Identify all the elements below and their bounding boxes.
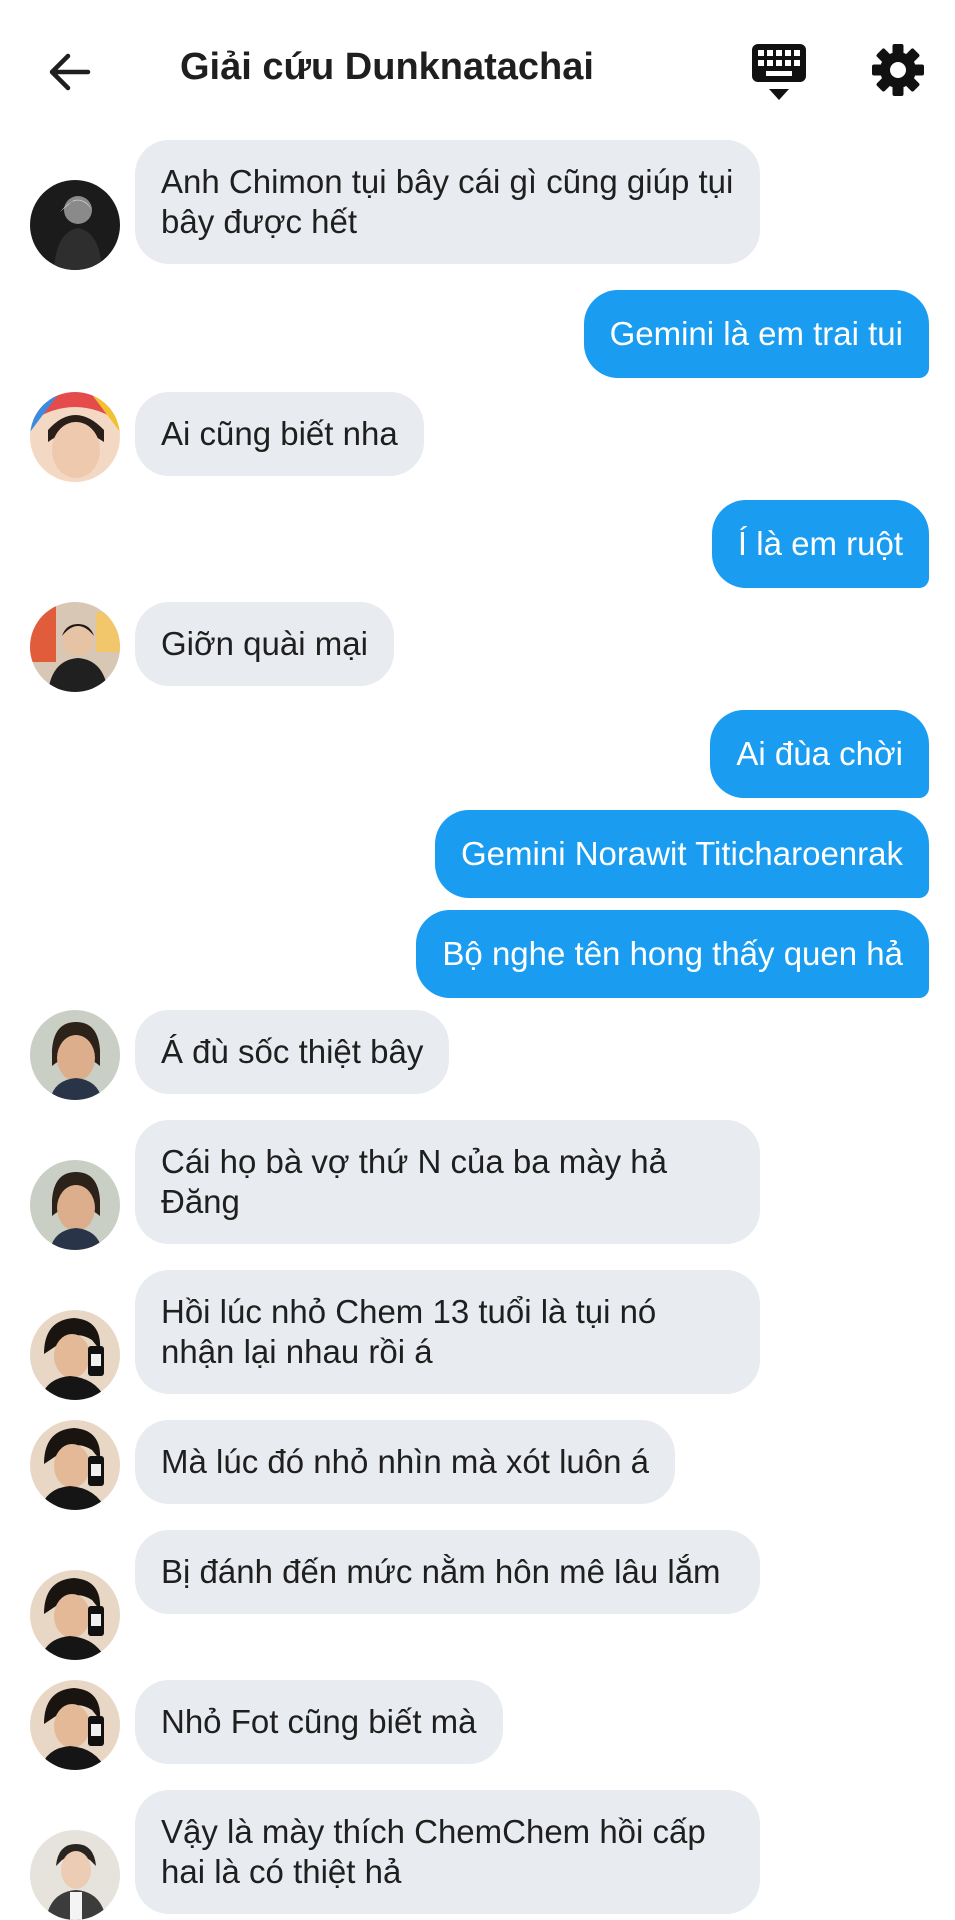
message-row: Mà lúc đó nhỏ nhìn mà xót luôn á xyxy=(0,1420,955,1510)
chat-title: Giải cứu Dunknatachai xyxy=(180,46,594,88)
avatar[interactable] xyxy=(30,1570,120,1660)
message-bubble-incoming[interactable]: Á đù sốc thiệt bây xyxy=(135,1010,450,1094)
message-row: Hồi lúc nhỏ Chem 13 tuổi là tụi nó nhận … xyxy=(0,1270,955,1400)
avatar[interactable] xyxy=(30,392,120,482)
avatar[interactable] xyxy=(30,1010,120,1100)
message-bubble-incoming[interactable]: Bị đánh đến mức nằm hôn mê lâu lắm xyxy=(135,1530,760,1614)
arrow-left-icon xyxy=(49,53,91,91)
message-list[interactable]: Anh Chimon tụi bây cái gì cũng giúp tụi … xyxy=(0,130,955,1920)
avatar[interactable] xyxy=(30,1830,120,1920)
message-bubble-incoming[interactable]: Ai cũng biết nha xyxy=(135,392,424,476)
message-row: Nhỏ Fot cũng biết mà xyxy=(0,1680,955,1770)
message-row: Á đù sốc thiệt bây xyxy=(0,1010,955,1100)
message-bubble-outgoing[interactable]: Í là em ruột xyxy=(711,500,929,588)
avatar[interactable] xyxy=(30,602,120,692)
message-row: Ai đùa chời xyxy=(0,710,955,800)
avatar[interactable] xyxy=(30,1420,120,1510)
message-row: Ai cũng biết nha xyxy=(0,392,955,482)
avatar-photo xyxy=(30,1420,120,1510)
avatar-photo xyxy=(30,602,120,692)
message-bubble-incoming[interactable]: Vậy là mày thích ChemChem hồi cấp hai là… xyxy=(135,1790,760,1914)
message-row: Bị đánh đến mức nằm hôn mê lâu lắm xyxy=(0,1530,955,1660)
message-bubble-outgoing[interactable]: Bộ nghe tên hong thấy quen hả xyxy=(416,910,929,998)
message-row: Anh Chimon tụi bây cái gì cũng giúp tụi … xyxy=(0,140,955,270)
avatar-photo xyxy=(30,1680,120,1770)
settings-button[interactable] xyxy=(870,42,930,102)
message-bubble-incoming[interactable]: Giỡn quài mại xyxy=(135,602,394,686)
message-bubble-outgoing[interactable]: Ai đùa chời xyxy=(710,710,929,798)
avatar-photo xyxy=(30,1310,120,1400)
avatar-photo xyxy=(30,1010,120,1100)
message-bubble-incoming[interactable]: Mà lúc đó nhỏ nhìn mà xót luôn á xyxy=(135,1420,675,1504)
avatar-photo xyxy=(30,1830,120,1920)
avatar[interactable] xyxy=(30,1160,120,1250)
keyboard-button[interactable] xyxy=(748,40,810,104)
chat-header: Giải cứu Dunknatachai xyxy=(0,0,955,130)
message-row: Í là em ruột xyxy=(0,500,955,590)
avatar[interactable] xyxy=(30,1680,120,1770)
message-row: Gemini là em trai tui xyxy=(0,290,955,380)
message-bubble-incoming[interactable]: Cái họ bà vợ thứ N của ba mày hả Đăng xyxy=(135,1120,760,1244)
message-bubble-outgoing[interactable]: Gemini Norawit Titicharoenrak xyxy=(435,810,929,898)
avatar-photo xyxy=(30,1570,120,1660)
message-bubble-incoming[interactable]: Hồi lúc nhỏ Chem 13 tuổi là tụi nó nhận … xyxy=(135,1270,760,1394)
avatar[interactable] xyxy=(30,1310,120,1400)
message-bubble-outgoing[interactable]: Gemini là em trai tui xyxy=(583,290,929,378)
message-row: Bộ nghe tên hong thấy quen hả xyxy=(0,910,955,1000)
avatar[interactable] xyxy=(30,180,120,270)
message-bubble-incoming[interactable]: Nhỏ Fot cũng biết mà xyxy=(135,1680,503,1764)
avatar-photo xyxy=(30,392,120,482)
keyboard-hide-icon xyxy=(752,44,806,100)
avatar-photo xyxy=(30,1160,120,1250)
message-bubble-incoming[interactable]: Anh Chimon tụi bây cái gì cũng giúp tụi … xyxy=(135,140,760,264)
message-row: Gemini Norawit Titicharoenrak xyxy=(0,810,955,900)
message-row: Vậy là mày thích ChemChem hồi cấp hai là… xyxy=(0,1790,955,1920)
back-button[interactable] xyxy=(40,42,100,102)
message-row: Cái họ bà vợ thứ N của ba mày hả Đăng xyxy=(0,1120,955,1250)
message-row: Giỡn quài mại xyxy=(0,602,955,692)
avatar-photo xyxy=(30,180,120,270)
gear-icon xyxy=(872,44,924,96)
